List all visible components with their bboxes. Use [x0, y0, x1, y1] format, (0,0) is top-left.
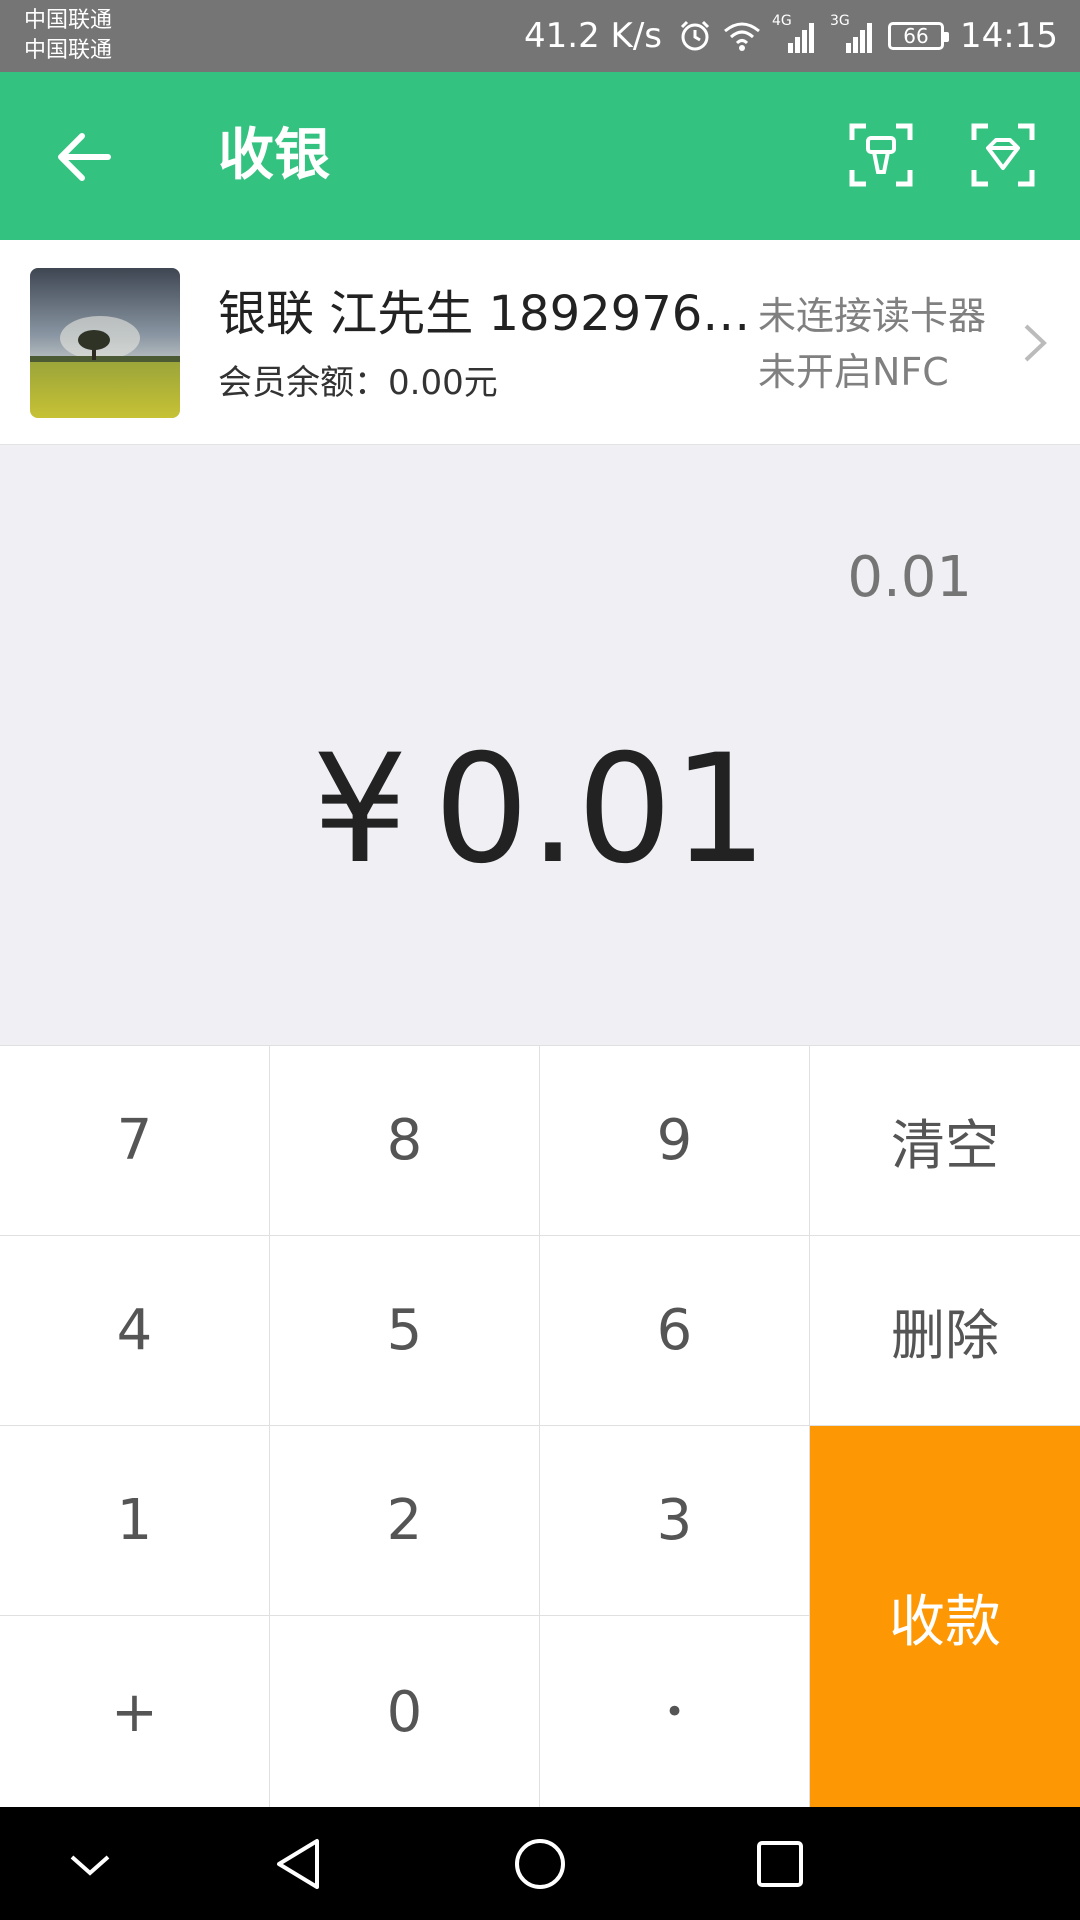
nav-recents-button[interactable]	[745, 1829, 815, 1899]
numeric-keypad: 7 8 9 清空 4 5 6 删除 1 2 3 收款 + 0 •	[0, 1045, 1080, 1808]
pay-button[interactable]: 收款	[810, 1426, 1080, 1808]
clock: 14:15	[960, 16, 1058, 56]
signal-4g-icon: 4G	[772, 13, 820, 55]
network-speed: 41.2 K/s	[524, 16, 663, 56]
carrier-info: 中国联通 中国联通	[24, 6, 112, 66]
key-6[interactable]: 6	[540, 1236, 810, 1426]
card-scan-button[interactable]	[848, 122, 914, 188]
card-scan-icon	[849, 123, 913, 187]
key-dot[interactable]: •	[540, 1616, 810, 1808]
circle-home-icon	[515, 1839, 565, 1889]
hide-keyboard-button[interactable]	[55, 1829, 125, 1899]
member-avatar	[30, 268, 180, 418]
clear-button[interactable]: 清空	[810, 1046, 1080, 1236]
status-icons: 41.2 K/s 4G 3G 66 14:15	[524, 13, 1058, 58]
key-7[interactable]: 7	[0, 1046, 270, 1236]
reader-status-text: 未连接读卡器	[758, 294, 987, 338]
chevron-down-icon	[70, 1855, 110, 1876]
key-5[interactable]: 5	[270, 1236, 540, 1426]
diamond-scan-icon	[971, 123, 1035, 187]
nav-back-button[interactable]	[265, 1829, 335, 1899]
triangle-back-icon	[277, 1839, 319, 1889]
key-2[interactable]: 2	[270, 1426, 540, 1616]
currency-symbol: ¥	[312, 723, 408, 897]
amount-value: 0.01	[433, 723, 768, 897]
key-8[interactable]: 8	[270, 1046, 540, 1236]
alarm-icon	[678, 19, 712, 53]
system-nav-bar	[0, 1807, 1080, 1920]
page-title: 收银	[218, 123, 330, 188]
carrier-1: 中国联通	[24, 8, 113, 33]
diamond-scan-button[interactable]	[970, 122, 1036, 188]
carrier-2: 中国联通	[24, 38, 113, 63]
key-4[interactable]: 4	[0, 1236, 270, 1426]
back-button[interactable]	[50, 122, 120, 192]
wifi-icon	[722, 19, 762, 53]
key-0[interactable]: 0	[270, 1616, 540, 1808]
amount-display: 0.01 ¥0.01	[0, 445, 1080, 1045]
key-9[interactable]: 9	[540, 1046, 810, 1236]
square-recents-icon	[757, 1841, 803, 1887]
member-name: 银联 江先生 18929766...	[218, 286, 763, 342]
expression-text: 0.01	[847, 545, 972, 610]
status-bar: 中国联通 中国联通 41.2 K/s 4G 3G 66 14:15	[0, 0, 1080, 72]
battery-icon: 66	[888, 22, 950, 50]
key-1[interactable]: 1	[0, 1426, 270, 1616]
key-plus[interactable]: +	[0, 1616, 270, 1808]
member-balance: 会员余额：0.00元	[218, 363, 498, 403]
card-reader-status: 未连接读卡器 未开启NFC	[758, 288, 986, 400]
nfc-status-text: 未开启NFC	[758, 350, 949, 394]
nav-home-button[interactable]	[505, 1829, 575, 1899]
signal-3g-icon: 3G	[830, 13, 878, 55]
app-header: 收银	[0, 72, 1080, 240]
back-arrow-icon	[58, 133, 111, 181]
delete-button[interactable]: 删除	[810, 1236, 1080, 1426]
chevron-right-icon	[1024, 324, 1047, 362]
total-amount: ¥0.01	[0, 730, 1080, 890]
key-3[interactable]: 3	[540, 1426, 810, 1616]
member-info-bar[interactable]: 银联 江先生 18929766... 会员余额：0.00元 未连接读卡器 未开启…	[0, 240, 1080, 445]
